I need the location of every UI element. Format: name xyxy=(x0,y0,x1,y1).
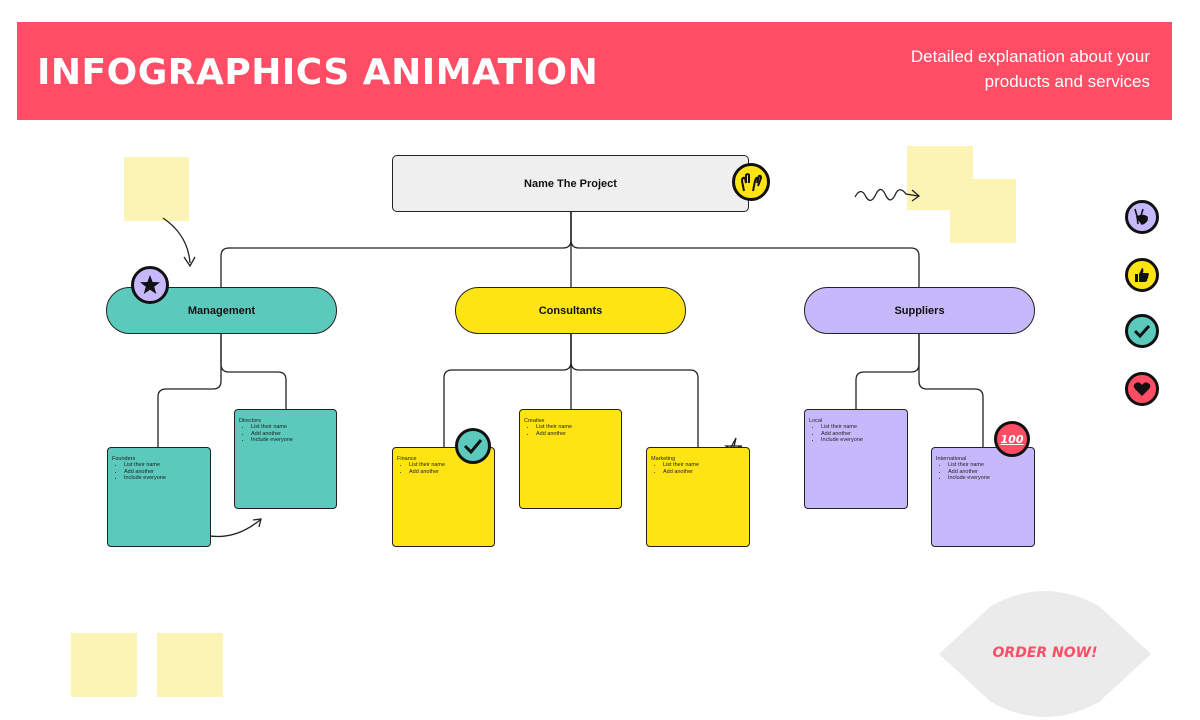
card-creative[interactable]: Creative List their name Add another xyxy=(519,409,622,509)
group-consultants[interactable]: Consultants xyxy=(455,287,686,334)
check-icon xyxy=(455,428,491,464)
group-consultants-label: Consultants xyxy=(538,304,603,317)
star-icon xyxy=(131,266,169,304)
card-international[interactable]: International List their name Add anothe… xyxy=(931,447,1035,547)
root-node[interactable]: Name The Project xyxy=(392,155,749,212)
raised-hands-icon xyxy=(732,163,770,201)
thumbs-up-icon[interactable] xyxy=(1125,258,1159,292)
card-founders[interactable]: Founders List their name Add another Inc… xyxy=(107,447,211,547)
hundred-points-icon: 100 xyxy=(994,421,1030,457)
group-management-label: Management xyxy=(187,304,256,317)
card-directors[interactable]: Directors List their name Add another In… xyxy=(234,409,337,509)
list-item: Add another xyxy=(409,469,490,475)
peace-hand-icon[interactable] xyxy=(1125,200,1159,234)
root-node-label: Name The Project xyxy=(524,177,617,190)
card-local[interactable]: Local List their name Add another Includ… xyxy=(804,409,908,509)
group-suppliers[interactable]: Suppliers xyxy=(804,287,1035,334)
list-item: Include everyone xyxy=(821,437,903,443)
list-item: Include everyone xyxy=(251,437,332,443)
check-circle-icon[interactable] xyxy=(1125,314,1159,348)
hundred-points-label: 100 xyxy=(1000,432,1024,446)
order-now-button[interactable]: ORDER NOW! xyxy=(939,645,1151,661)
list-item: Include everyone xyxy=(124,475,206,481)
heart-icon[interactable] xyxy=(1125,372,1159,406)
list-item: Add another xyxy=(536,431,617,437)
group-suppliers-label: Suppliers xyxy=(894,304,945,317)
list-item: Add another xyxy=(663,469,745,475)
card-marketing[interactable]: Marketing List their name Add another xyxy=(646,447,750,547)
list-item: Include everyone xyxy=(948,475,1030,481)
